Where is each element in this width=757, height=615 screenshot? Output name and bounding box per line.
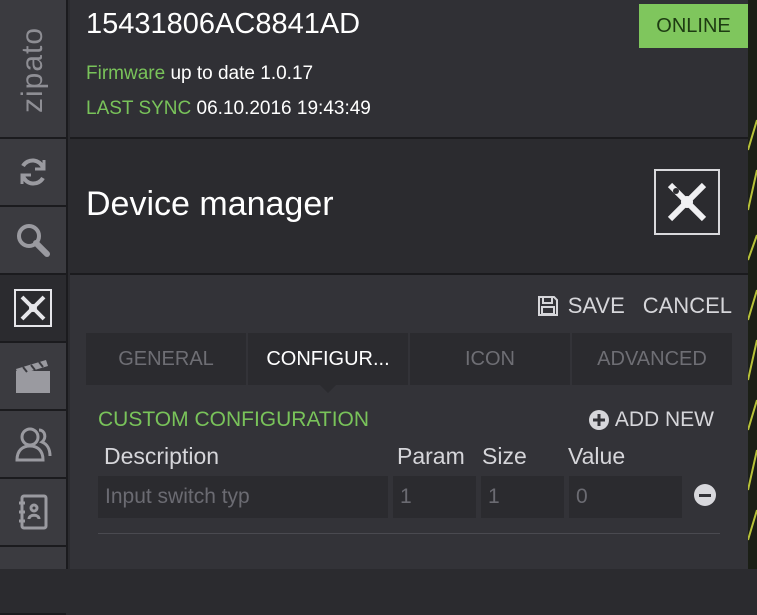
config-panel: SAVE CANCEL GENERAL CONFIGUR... ICON ADV… xyxy=(70,275,748,569)
remove-row-button[interactable] xyxy=(694,484,716,506)
value-field[interactable]: 0 xyxy=(569,476,682,518)
users-icon xyxy=(15,427,52,462)
sidebar-item-sync[interactable] xyxy=(0,139,66,207)
device-manager-title-icon xyxy=(654,169,720,235)
tab-advanced[interactable]: ADVANCED xyxy=(572,333,732,385)
column-header-value: Value xyxy=(568,443,626,469)
device-manager-icon xyxy=(14,289,52,327)
add-new-label: ADD NEW xyxy=(614,408,714,431)
background-pattern xyxy=(748,119,757,541)
firmware-value: up to date 1.0.17 xyxy=(170,63,314,84)
sidebar-item-search[interactable] xyxy=(0,207,66,275)
add-new-button[interactable]: ADD NEW xyxy=(588,408,714,432)
description-field[interactable]: Input switch typ xyxy=(98,476,388,518)
firmware-label: Firmware xyxy=(86,63,166,84)
save-button[interactable]: SAVE xyxy=(537,293,625,319)
clapperboard-icon xyxy=(16,360,50,393)
save-icon xyxy=(537,296,558,316)
main-panel: 15431806AC8841AD ONLINE Firmware up to d… xyxy=(70,0,748,569)
tab-bar: GENERAL CONFIGUR... ICON ADVANCED xyxy=(86,333,732,393)
sidebar-item-scenes[interactable] xyxy=(0,343,66,411)
sidebar-item-more[interactable] xyxy=(0,547,66,615)
search-icon xyxy=(17,224,50,257)
last-sync-label: LAST SYNC xyxy=(86,98,192,119)
save-label: SAVE xyxy=(567,293,625,318)
tab-general[interactable]: GENERAL xyxy=(86,333,246,385)
size-field[interactable]: 1 xyxy=(481,476,564,518)
firmware-info: Firmware up to date 1.0.17 xyxy=(86,63,313,85)
sidebar: zipato xyxy=(0,0,68,615)
divider xyxy=(98,533,720,534)
sidebar-item-contacts[interactable] xyxy=(0,479,66,547)
sync-icon xyxy=(20,158,46,186)
address-book-icon xyxy=(19,494,48,530)
page-title: Device manager xyxy=(86,185,334,223)
column-header-description: Description xyxy=(104,443,220,469)
sidebar-item-users[interactable] xyxy=(0,411,66,479)
action-bar: SAVE CANCEL xyxy=(537,293,732,319)
title-bar: Device manager xyxy=(70,139,748,275)
cancel-button[interactable]: CANCEL xyxy=(643,293,732,319)
sidebar-item-device-manager[interactable] xyxy=(0,275,66,343)
tab-icon[interactable]: ICON xyxy=(410,333,570,385)
column-header-size: Size xyxy=(482,443,527,469)
column-header-param: Param xyxy=(397,443,465,469)
logo-text: zipato xyxy=(16,26,49,114)
cancel-label: CANCEL xyxy=(642,293,732,318)
device-serial: 15431806AC8841AD xyxy=(86,8,361,40)
plus-circle-icon xyxy=(588,410,609,430)
section-title: CUSTOM CONFIGURATION xyxy=(98,408,370,431)
logo: zipato xyxy=(0,0,66,139)
status-badge: ONLINE xyxy=(639,4,748,48)
background-edge xyxy=(748,0,757,569)
param-field[interactable]: 1 xyxy=(393,476,476,518)
last-sync-info: LAST SYNC 06.10.2016 19:43:49 xyxy=(86,98,371,120)
last-sync-value: 06.10.2016 19:43:49 xyxy=(196,98,371,119)
tab-configuration[interactable]: CONFIGUR... xyxy=(248,333,408,393)
device-manager-icon xyxy=(667,182,707,222)
device-header: 15431806AC8841AD ONLINE Firmware up to d… xyxy=(70,0,748,139)
minus-circle-icon xyxy=(699,493,711,497)
